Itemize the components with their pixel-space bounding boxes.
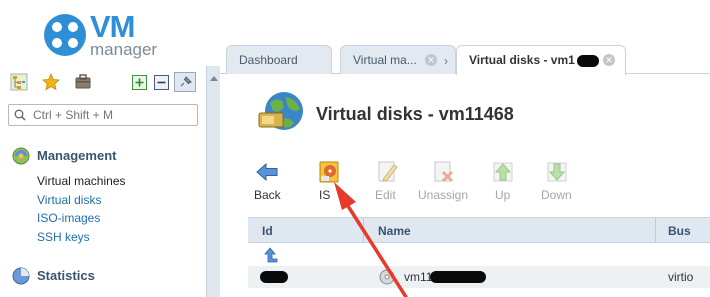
edit-icon [378,161,398,182]
sidebar-search-input[interactable] [33,107,193,123]
tab-bar: Dashboard Virtual ma... ✕ › Virtual disk… [220,45,710,75]
sidebar: Management Virtual machines Virtual disk… [0,66,205,297]
virtual-disks-globe-icon [258,92,303,130]
column-header-name[interactable]: Name [378,224,411,238]
sidebar-splitter[interactable] [206,66,220,297]
table-header: Id Name Bus [248,217,710,243]
disk-icon [379,269,395,285]
sidebar-toolbar [10,72,198,93]
disk-name-cell: vm11 [404,270,433,284]
statistics-icon [12,267,30,285]
redaction-mark [260,271,288,283]
column-header-bus[interactable]: Bus [668,224,691,238]
management-icon [12,147,30,165]
sidebar-item-iso-images[interactable]: ISO-images [37,211,100,225]
up-arrow-icon [493,162,513,182]
sidebar-item-virtual-disks[interactable]: Virtual disks [37,193,101,207]
redaction-mark [577,55,599,67]
action-toolbar: Back IS Edit Unassign Up Down [250,159,710,209]
tab-close-icon[interactable]: ✕ [425,54,437,66]
iso-button[interactable]: IS [312,159,346,207]
tab-virtual-disks[interactable]: Virtual disks - vm1 ✕ [456,45,626,75]
iso-button-label: IS [319,188,331,202]
redaction-mark [430,271,486,283]
table-row[interactable]: vm11 virtio [248,266,710,288]
edit-button-label: Edit [375,188,396,202]
disks-table: Id Name Bus vm11 virtio [248,217,710,297]
tab-dashboard[interactable]: Dashboard [226,45,332,74]
up-button[interactable]: Up [486,159,520,207]
logo-mark-icon [44,14,86,56]
column-header-id[interactable]: Id [262,224,273,238]
search-icon [14,109,26,121]
collapse-sidebar-icon[interactable] [210,76,218,81]
level-up-icon[interactable] [262,247,278,263]
down-button-label: Down [541,188,572,202]
back-button-label: Back [254,188,281,202]
favorites-star-icon[interactable] [42,73,60,91]
briefcase-icon[interactable] [74,73,92,91]
back-button[interactable]: Back [250,159,284,207]
unassign-icon [434,161,454,183]
sidebar-item-virtual-machines[interactable]: Virtual machines [37,174,126,188]
up-button-label: Up [495,188,511,202]
logo-word: VM [90,9,135,44]
down-arrow-icon [547,162,567,182]
down-button[interactable]: Down [538,159,578,207]
tab-virtual-machines[interactable]: Virtual ma... ✕ [340,45,456,74]
section-management-label: Management [37,148,117,163]
tab-close-icon[interactable]: ✕ [603,54,615,66]
tab-scroll-arrow-icon[interactable]: › [444,54,452,68]
tab-virtual-disks-label: Virtual disks - vm1 [469,53,575,67]
unassign-button[interactable]: Unassign [416,159,470,207]
back-arrow-icon [256,162,278,182]
app-root: VM manager Ctrl + Shift + M Management V… [0,0,710,297]
tab-dashboard-label: Dashboard [239,53,298,67]
sidebar-item-ssh-keys[interactable]: SSH keys [37,230,90,244]
sidebar-search-box[interactable] [8,104,198,126]
go-up-row[interactable] [248,244,710,266]
section-statistics-label: Statistics [37,268,95,283]
collapse-all-icon[interactable] [154,75,169,90]
main-content: Virtual disks - vm11468 Back IS Edit Una… [220,75,710,297]
page-title: Virtual disks - vm11468 [316,104,514,124]
tree-view-icon[interactable] [10,73,28,91]
expand-all-icon[interactable] [132,75,147,90]
unassign-button-label: Unassign [418,188,469,202]
disk-bus-cell: virtio [668,270,694,284]
logo-subtitle: manager [90,40,158,59]
edit-button[interactable]: Edit [370,159,404,207]
tab-virtual-machines-label: Virtual ma... [353,53,417,67]
iso-disk-icon [319,161,339,183]
pin-icon[interactable] [174,72,196,92]
